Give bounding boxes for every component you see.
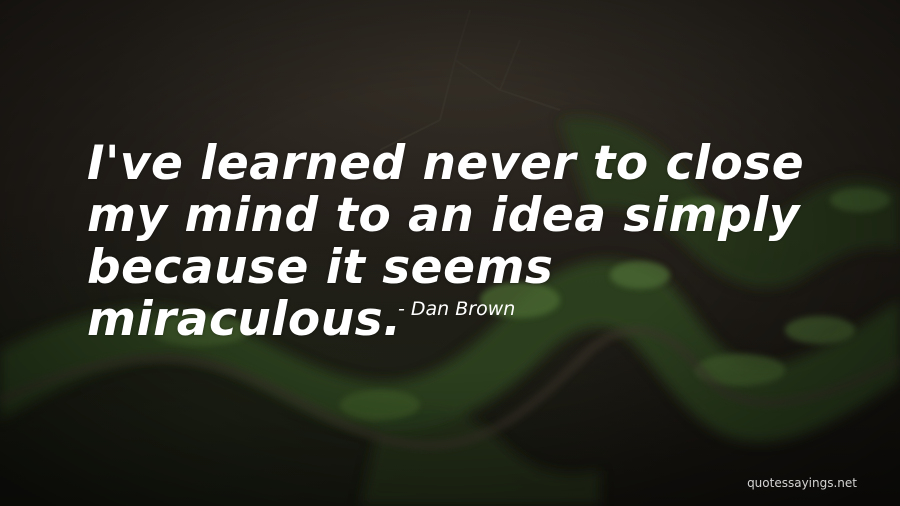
quote-author: - Dan Brown bbox=[398, 298, 516, 320]
quote-image: I've learned never to close my mind to a… bbox=[0, 0, 900, 506]
site-watermark: quotessayings.net bbox=[747, 476, 857, 490]
branch-lines bbox=[379, 9, 561, 151]
